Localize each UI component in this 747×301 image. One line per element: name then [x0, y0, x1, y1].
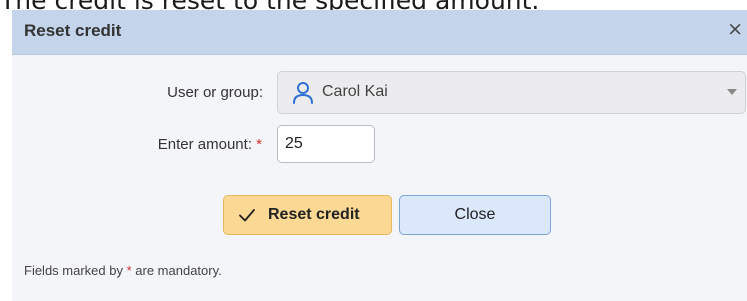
chevron-down-icon[interactable] [727, 89, 737, 95]
selected-user: Carol Kai [322, 83, 388, 100]
mandatory-fields-note: Fields marked by * are mandatory. [24, 263, 222, 278]
reset-credit-dialog: Reset credit × User or group: Carol Kai … [12, 10, 747, 301]
amount-input[interactable] [277, 125, 375, 163]
close-button[interactable]: Close [399, 195, 551, 235]
footnote-text-after: are mandatory. [131, 263, 222, 278]
footnote-text-before: Fields marked by [24, 263, 127, 278]
close-button-label: Close [454, 206, 496, 223]
reset-credit-label: Reset credit [268, 206, 360, 223]
reset-credit-button[interactable]: Reset credit [223, 195, 392, 235]
dialog-title: Reset credit [24, 21, 122, 40]
enter-amount-text: Enter amount: [157, 136, 252, 153]
enter-amount-label: Enter amount: * [92, 136, 262, 153]
dialog-titlebar: Reset credit × [12, 10, 747, 55]
check-icon [239, 209, 255, 222]
required-asterisk: * [256, 136, 262, 153]
user-or-group-label: User or group: [167, 84, 263, 101]
close-icon[interactable]: × [727, 18, 743, 40]
user-or-group-select[interactable]: Carol Kai [277, 71, 746, 114]
user-icon [293, 82, 313, 104]
